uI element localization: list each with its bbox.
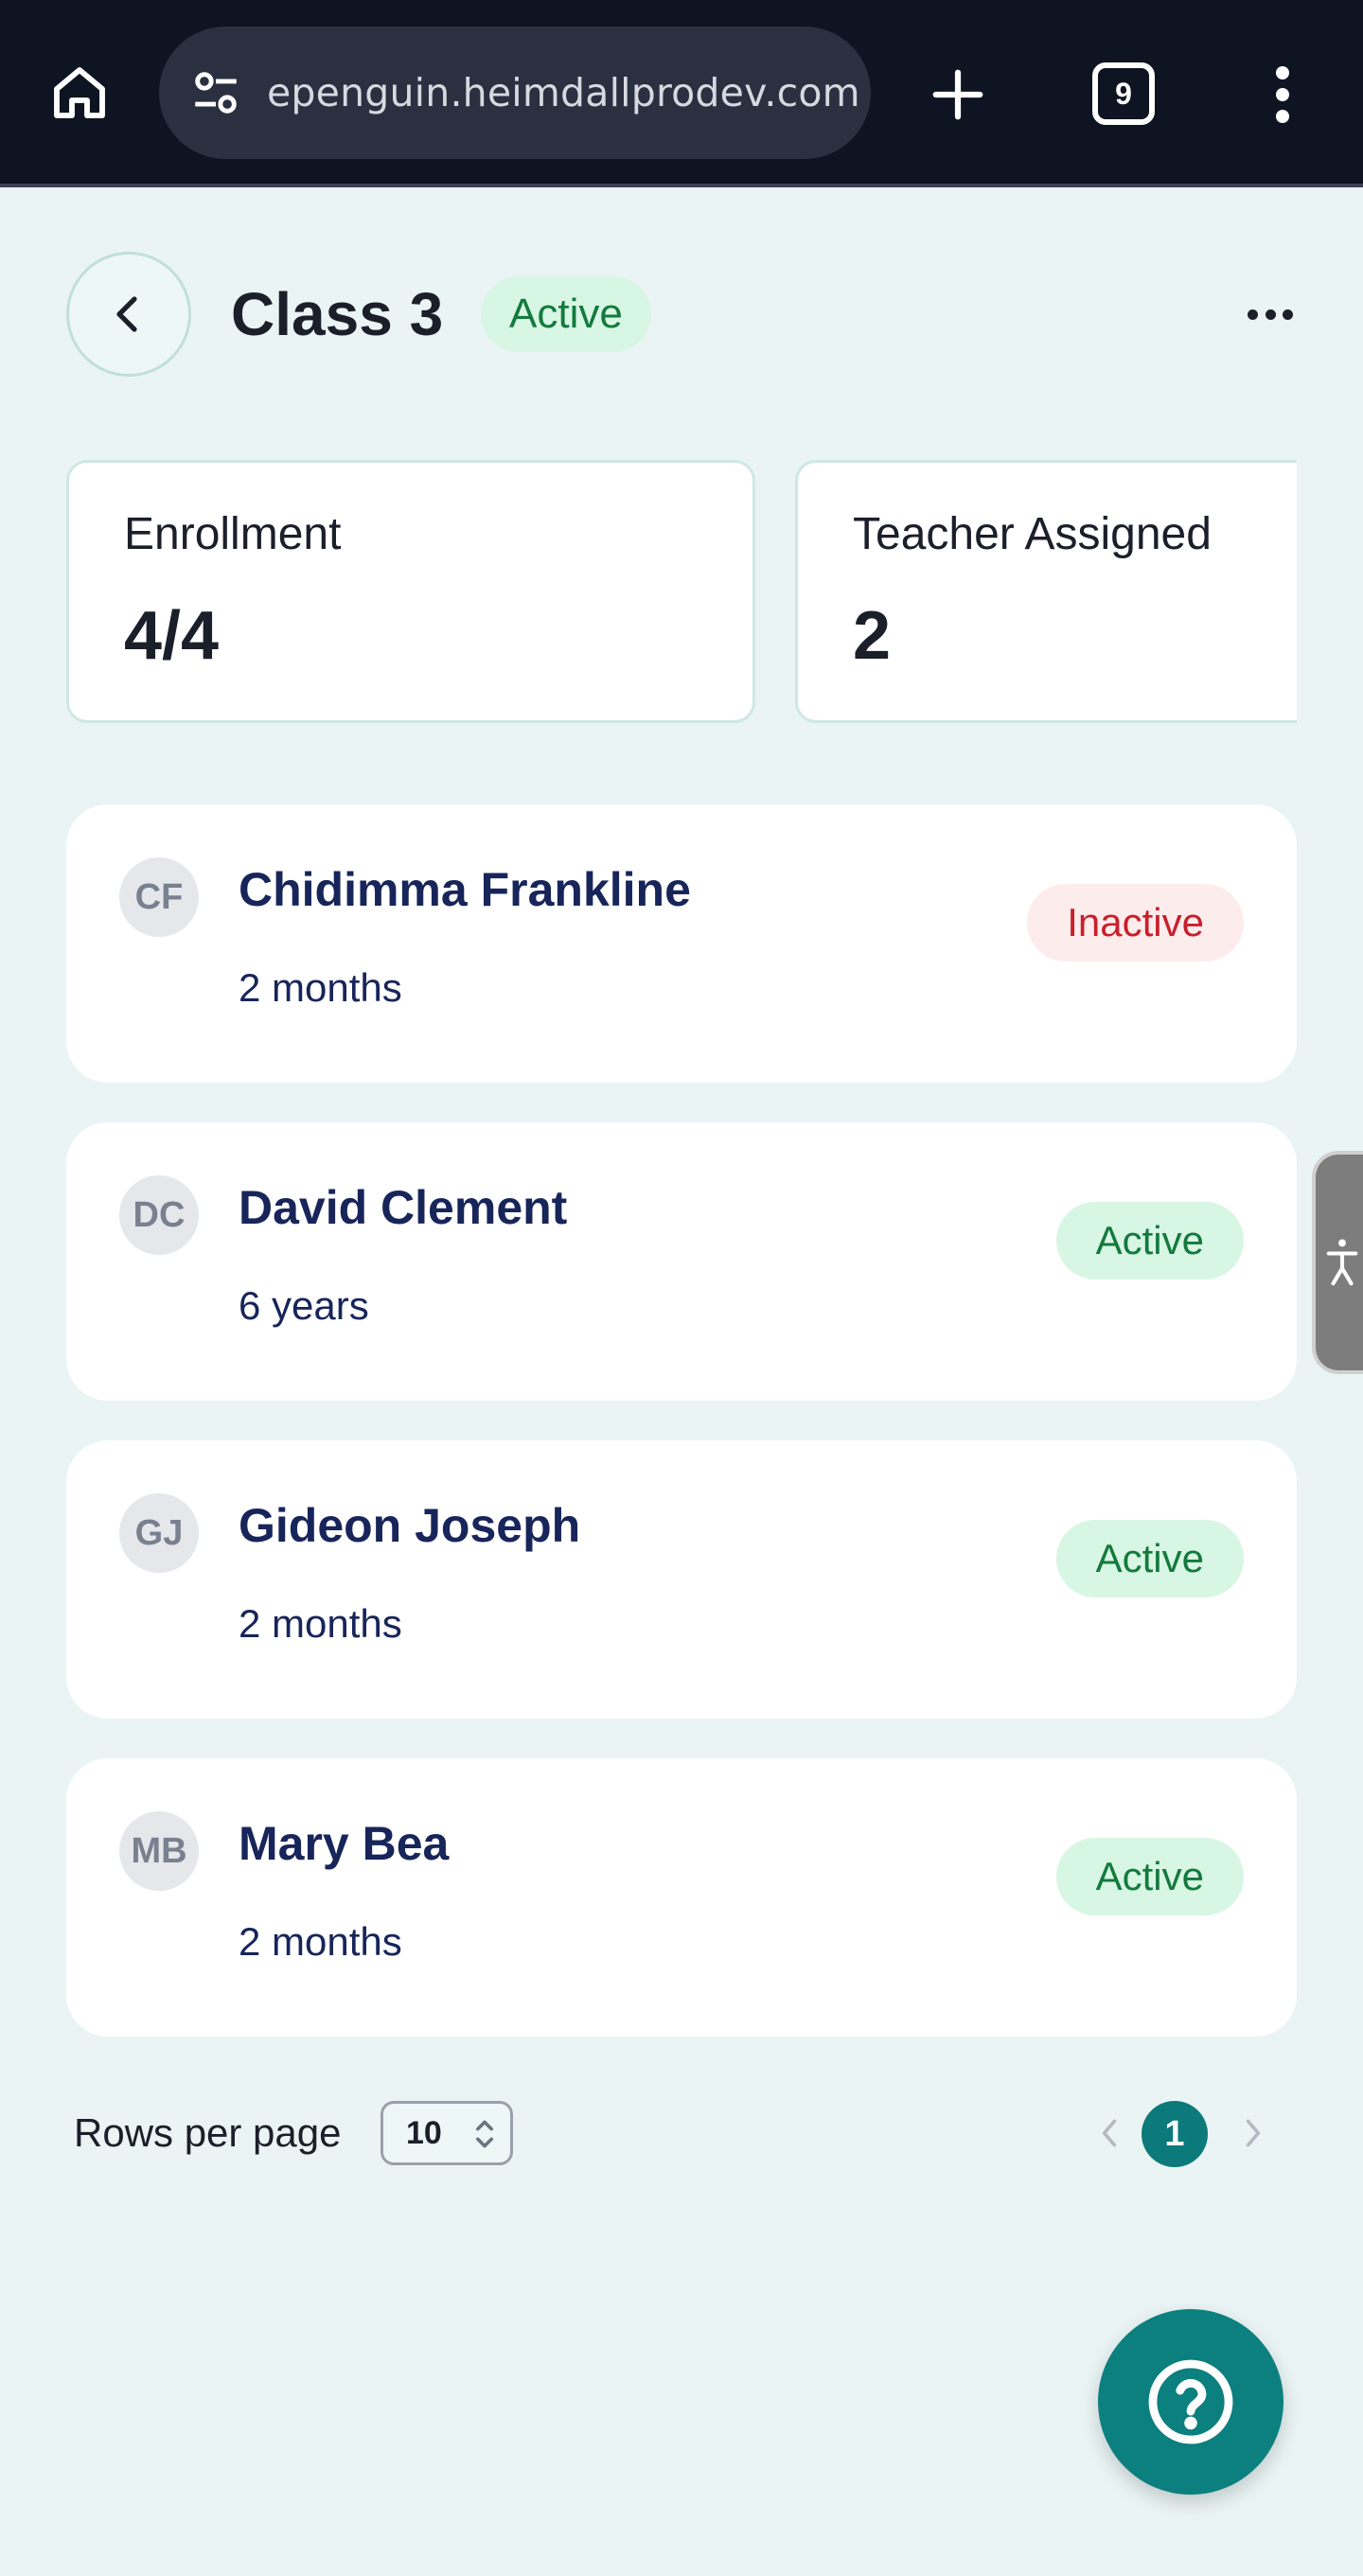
previous-page-button[interactable] xyxy=(1092,2112,1126,2154)
teacher-assigned-value: 2 xyxy=(853,598,892,674)
enrollment-label: Enrollment xyxy=(124,509,342,559)
chevron-left-icon xyxy=(116,296,137,332)
student-name[interactable]: David Clement xyxy=(239,1177,567,1238)
rows-per-page-label: Rows per page xyxy=(74,2110,342,2155)
plus-icon[interactable] xyxy=(918,55,998,134)
student-name[interactable]: Gideon Joseph xyxy=(239,1495,580,1556)
student-duration: 2 months xyxy=(239,965,402,1010)
teacher-assigned-label: Teacher Assigned xyxy=(853,509,1212,559)
avatar: MB xyxy=(119,1811,199,1891)
help-button[interactable] xyxy=(1098,2309,1283,2495)
student-duration: 6 years xyxy=(239,1283,369,1328)
status-badge: Active xyxy=(1055,1202,1244,1279)
tune-icon[interactable] xyxy=(186,62,246,123)
student-card[interactable]: MB Mary Bea 2 months Active xyxy=(66,1758,1297,2037)
student-duration: 2 months xyxy=(239,1919,402,1964)
chevron-left-icon xyxy=(1102,2119,1117,2147)
student-duration: 2 months xyxy=(239,1601,402,1646)
next-page-button[interactable] xyxy=(1236,2112,1270,2154)
status-badge: Inactive xyxy=(1027,884,1244,962)
student-card[interactable]: CF Chidimma Frankline 2 months Inactive xyxy=(66,804,1297,1083)
student-card[interactable]: GJ Gideon Joseph 2 months Active xyxy=(66,1440,1297,1719)
help-circle-icon xyxy=(1148,2359,1233,2444)
status-badge: Active xyxy=(1055,1520,1244,1597)
enrollment-value: 4/4 xyxy=(124,598,220,674)
accessibility-icon[interactable] xyxy=(1312,1151,1363,1374)
status-badge: Active xyxy=(1055,1838,1244,1915)
tab-switcher-button[interactable]: 9 xyxy=(1092,62,1155,125)
avatar: DC xyxy=(119,1175,199,1255)
address-bar[interactable]: epenguin.heimdallprodev.com xyxy=(159,26,871,159)
teacher-assigned-card: Teacher Assigned 2 xyxy=(795,460,1363,723)
enrollment-card: Enrollment 4/4 xyxy=(66,460,755,723)
rows-per-page-select[interactable]: 10 xyxy=(381,2101,513,2165)
chevron-right-icon xyxy=(1246,2119,1261,2147)
rows-per-page-value: 10 xyxy=(406,2114,442,2151)
chevron-updown-icon xyxy=(476,2120,493,2148)
browser-toolbar: epenguin.heimdallprodev.com 9 xyxy=(0,0,1363,187)
page-title: Class 3 xyxy=(231,280,444,348)
home-icon[interactable] xyxy=(42,55,117,131)
more-horiz-icon[interactable] xyxy=(1248,299,1293,329)
back-button[interactable] xyxy=(66,252,191,377)
student-card[interactable]: DC David Clement 6 years Active xyxy=(66,1122,1297,1401)
url-text: epenguin.heimdallprodev.com xyxy=(267,70,860,115)
more-vert-icon[interactable] xyxy=(1259,55,1306,134)
student-name[interactable]: Chidimma Frankline xyxy=(239,859,691,920)
student-name[interactable]: Mary Bea xyxy=(239,1813,449,1874)
page-number-current[interactable]: 1 xyxy=(1142,2101,1208,2167)
avatar: CF xyxy=(119,857,199,937)
avatar: GJ xyxy=(119,1493,199,1573)
class-status-badge: Active xyxy=(481,276,651,352)
